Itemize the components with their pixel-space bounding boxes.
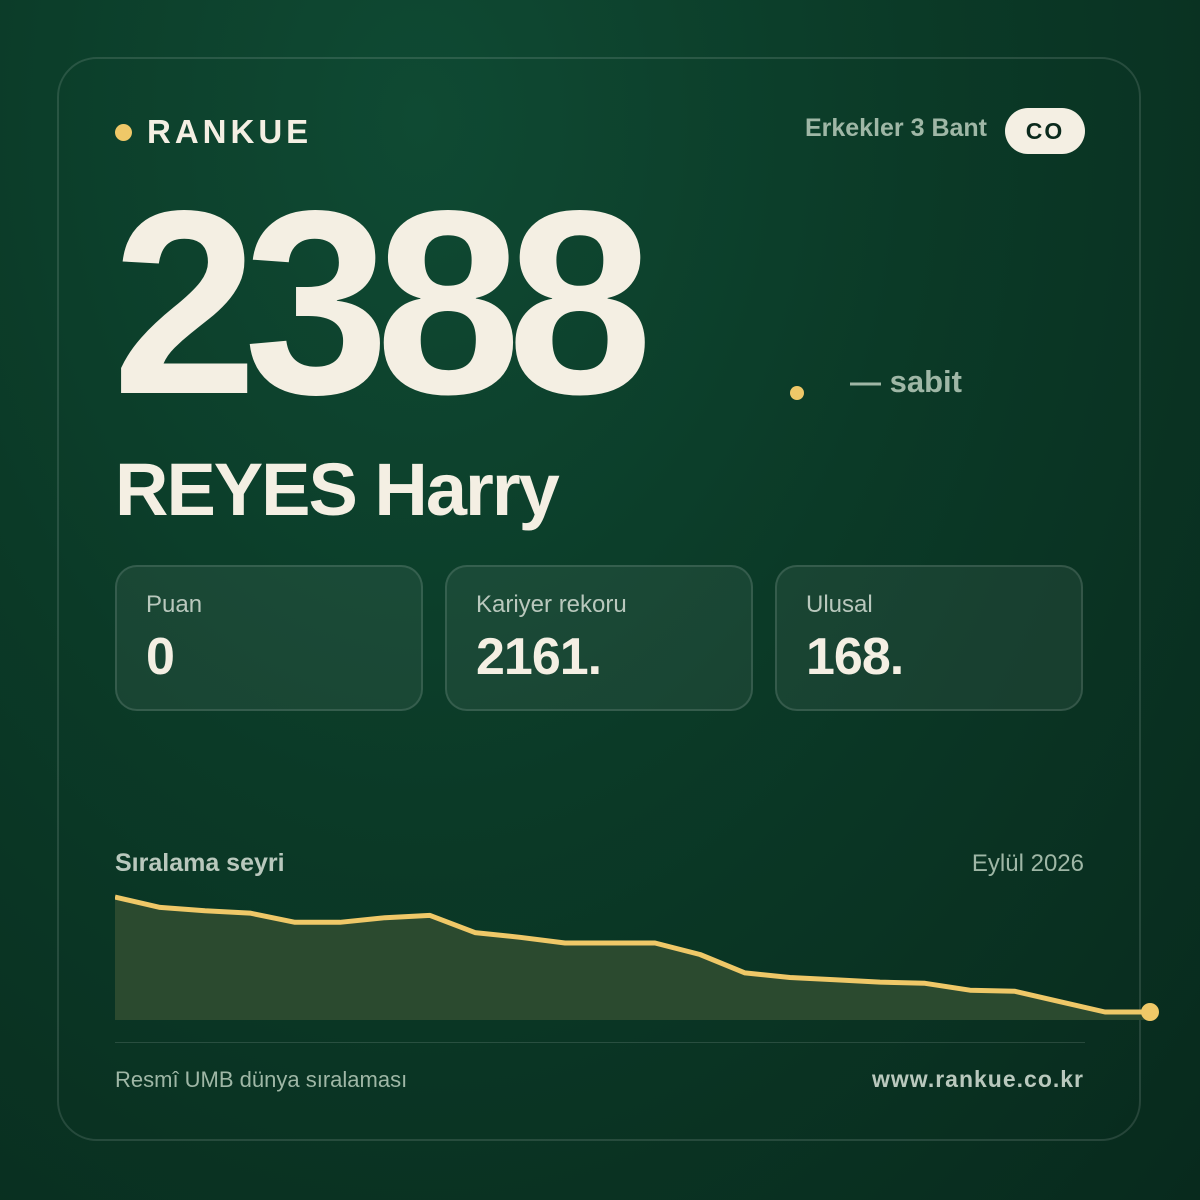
- stat-card-points: Puan 0: [115, 565, 423, 711]
- brand-dot-icon: [115, 123, 132, 141]
- stat-label: Ulusal: [806, 591, 873, 618]
- world-rank: 2388: [112, 156, 653, 449]
- rank-dot-icon: [790, 386, 804, 400]
- stat-card-career-best: Kariyer rekoru 2161.: [445, 565, 753, 711]
- player-name: REYES Harry: [115, 448, 560, 531]
- stat-label: Kariyer rekoru: [476, 591, 627, 618]
- source-label: Resmî UMB dünya sıralaması: [115, 1067, 408, 1092]
- stat-label: Puan: [146, 591, 203, 618]
- brand-name: RANKUE: [147, 113, 313, 150]
- chart-title: Sıralama seyri: [115, 849, 285, 877]
- rank-trend-chart: [115, 894, 1159, 1021]
- stat-value: 0: [146, 628, 175, 686]
- stat-card-national: Ulusal 168.: [775, 565, 1083, 711]
- country-badge: CO: [1005, 108, 1085, 154]
- rank-trend: — sabit: [850, 364, 962, 399]
- website-link[interactable]: www.rankue.co.kr: [872, 1066, 1084, 1093]
- divider: [115, 1042, 1085, 1043]
- chart-date: Eylül 2026: [971, 850, 1084, 877]
- chart-current-point: [1141, 1003, 1159, 1021]
- stat-value: 2161.: [476, 628, 602, 686]
- brand: RANKUE: [115, 113, 312, 151]
- category-label: Erkekler 3 Bant: [804, 114, 987, 142]
- stat-value: 168.: [806, 628, 904, 686]
